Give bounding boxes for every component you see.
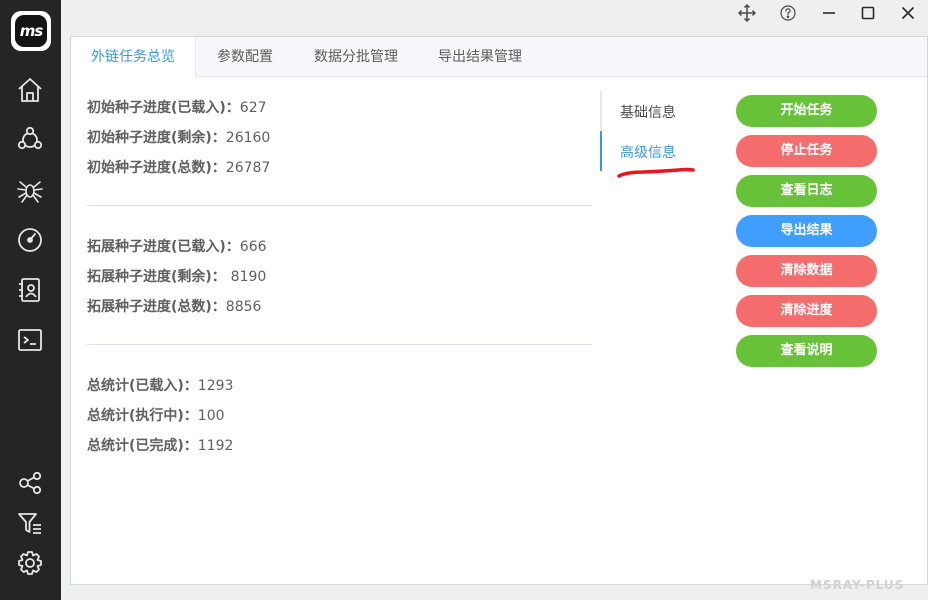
stop-task-button[interactable]: 停止任务 <box>736 135 877 167</box>
settings-gear-icon[interactable] <box>14 547 46 579</box>
nodes-icon[interactable] <box>14 467 46 499</box>
red-underline-annotation <box>617 167 695 178</box>
stat-initial-total: 初始种子进度(总数)：26787 <box>87 160 271 176</box>
clear-data-button[interactable]: 清除数据 <box>736 255 877 287</box>
stat-initial-remaining: 初始种子进度(剩余)：26160 <box>87 130 271 146</box>
maximize-icon[interactable] <box>857 2 879 24</box>
close-icon[interactable] <box>897 2 919 24</box>
help-icon[interactable] <box>777 2 799 24</box>
minimize-icon[interactable] <box>818 2 840 24</box>
export-results-button[interactable]: 导出结果 <box>736 215 877 247</box>
tab-basic-info[interactable]: 基础信息 <box>620 102 676 122</box>
tab-parameter-config[interactable]: 参数配置 <box>196 37 294 77</box>
divider <box>87 344 592 345</box>
tab-overview[interactable]: 外链任务总览 <box>71 37 196 78</box>
clear-progress-button[interactable]: 清除进度 <box>736 295 877 327</box>
tab-export-management[interactable]: 导出结果管理 <box>418 37 542 77</box>
tab-advanced-info[interactable]: 高级信息 <box>620 142 676 162</box>
network-share-icon[interactable] <box>14 124 46 156</box>
stat-initial-loaded: 初始种子进度(已载入)：627 <box>87 100 267 116</box>
vertical-tab-active-indicator <box>600 131 602 171</box>
tab-batch-management[interactable]: 数据分批管理 <box>294 37 418 77</box>
contacts-icon[interactable] <box>14 274 46 306</box>
view-log-button[interactable]: 查看日志 <box>736 175 877 207</box>
move-icon[interactable] <box>736 2 758 24</box>
sidebar: ms <box>0 0 61 600</box>
terminal-icon[interactable] <box>14 324 46 356</box>
view-instructions-button[interactable]: 查看说明 <box>736 335 877 367</box>
stat-total-completed: 总统计(已完成)：1192 <box>87 438 234 454</box>
filter-list-icon[interactable] <box>14 507 46 539</box>
app-logo-text: ms <box>15 15 47 47</box>
stat-expand-remaining: 拓展种子进度(剩余)： 8190 <box>87 269 267 285</box>
stat-expand-total: 拓展种子进度(总数)：8856 <box>87 299 262 315</box>
divider <box>87 205 592 206</box>
home-icon[interactable] <box>14 74 46 106</box>
stat-total-loaded: 总统计(已载入)：1293 <box>87 378 234 394</box>
start-task-button[interactable]: 开始任务 <box>736 95 877 127</box>
spider-icon[interactable] <box>14 174 46 206</box>
app-logo: ms <box>11 11 51 51</box>
tab-bar: 外链任务总览 参数配置 数据分批管理 导出结果管理 <box>71 37 927 78</box>
watermark: MSRAY-PLUS <box>810 578 905 592</box>
stat-total-running: 总统计(执行中)：100 <box>87 408 225 424</box>
stat-expand-loaded: 拓展种子进度(已载入)：666 <box>87 239 267 255</box>
dashboard-gauge-icon[interactable] <box>14 224 46 256</box>
main-panel: 外链任务总览 参数配置 数据分批管理 导出结果管理 初始种子进度(已载入)：62… <box>70 36 928 585</box>
